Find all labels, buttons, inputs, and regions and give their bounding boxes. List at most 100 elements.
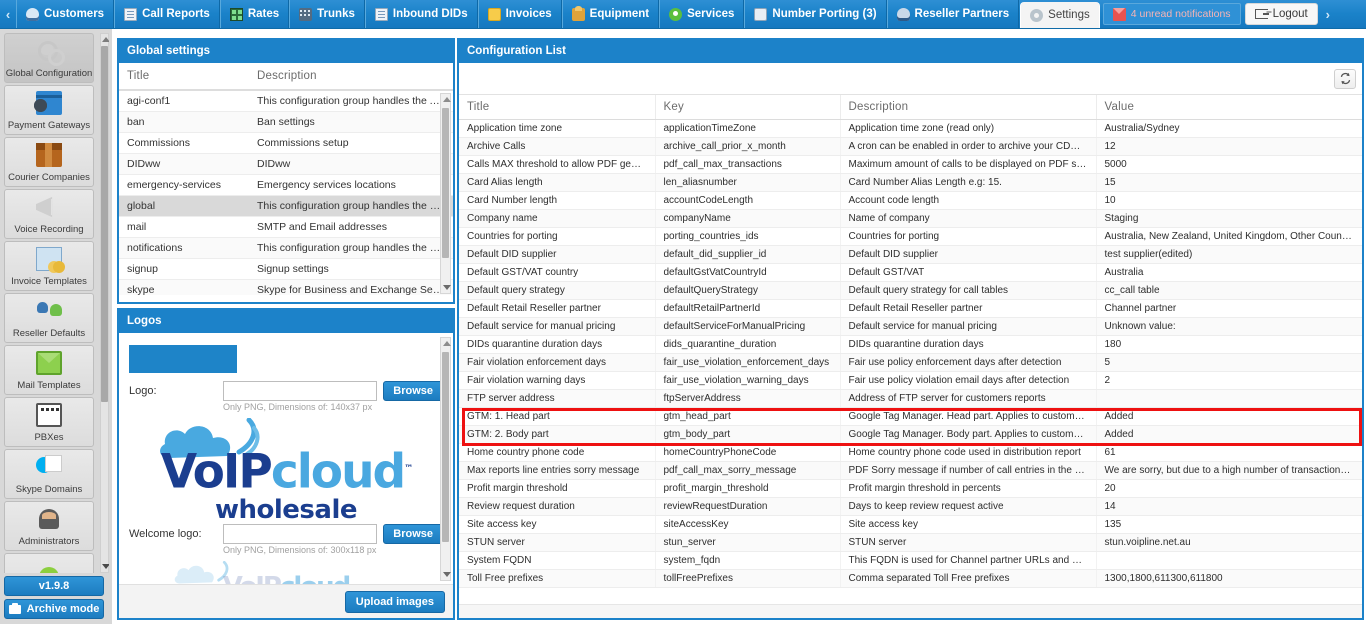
nav-item-call-reports[interactable]: Call Reports (114, 0, 220, 28)
nav-item-settings[interactable]: Settings (1020, 2, 1100, 28)
sidebar-item-skype-domains[interactable]: Skype Domains (4, 449, 94, 499)
nav-scroll-right-arrow[interactable]: › (1320, 0, 1336, 28)
sidebar-item-voice-recording[interactable]: Voice Recording (4, 189, 94, 239)
global-settings-row[interactable]: agi-conf1 This configuration group handle… (119, 91, 453, 112)
sidebar-item-sync[interactable] (4, 553, 94, 573)
global-settings-row[interactable]: Commissions Commissions setup (119, 132, 453, 154)
global-settings-row[interactable]: global This configuration group handles t… (119, 195, 453, 217)
table-row[interactable]: Default service for manual pricing defaul… (459, 317, 1362, 336)
configuration-cell-title: DIDs quarantine duration days (459, 335, 656, 354)
sidebar-scroll-down-arrow[interactable] (102, 564, 109, 569)
nav-item-equipment[interactable]: Equipment (561, 0, 660, 28)
nav-item-label: Inbound DIDs (392, 8, 468, 20)
nav-item-number-porting-3[interactable]: Number Porting (3) (744, 0, 887, 28)
configuration-cell-key: pdf_call_max_sorry_message (655, 461, 841, 480)
table-row[interactable]: Fair violation enforcement days fair_use_… (459, 353, 1362, 372)
nav-item-inbound-dids[interactable]: Inbound DIDs (364, 0, 478, 28)
nav-scroll-left-arrow[interactable]: ‹ (0, 0, 16, 28)
global-settings-row[interactable]: ban Ban settings (119, 111, 453, 133)
logos-scroll-thumb[interactable] (442, 352, 449, 542)
global-settings-column-header[interactable]: Title (119, 63, 249, 90)
sidebar-item-pbxes[interactable]: PBXes (4, 397, 94, 447)
configuration-cell-value: 5000 (1096, 155, 1362, 174)
table-row[interactable]: Home country phone code homeCountryPhoneC… (459, 443, 1362, 462)
configuration-column-header[interactable]: Description (840, 95, 1097, 120)
global-settings-scroll-up-arrow[interactable] (443, 97, 451, 102)
table-row[interactable]: Default Retail Reseller partner defaultRe… (459, 299, 1362, 318)
table-row[interactable]: Calls MAX threshold to allow PDF generat… (459, 155, 1362, 174)
notifications-badge[interactable]: 4 unread notifications (1102, 3, 1241, 25)
global-settings-scrollbar[interactable] (440, 93, 451, 294)
table-row[interactable]: Review request duration reviewRequestDura… (459, 497, 1362, 516)
table-row[interactable]: Profit margin threshold profit_margin_thr… (459, 479, 1362, 498)
table-row[interactable]: Archive Calls archive_call_prior_x_month A… (459, 137, 1362, 156)
logos-scroll-up-arrow[interactable] (443, 341, 451, 346)
table-row[interactable]: GTM: 1. Head part gtm_head_part Google Tag… (459, 407, 1362, 426)
sidebar-item-courier-companies[interactable]: Courier Companies (4, 137, 94, 187)
table-row[interactable]: Application time zone applicationTimeZone… (459, 119, 1362, 138)
refresh-icon[interactable] (1334, 68, 1356, 89)
global-settings-row[interactable]: mail SMTP and Email addresses (119, 216, 453, 238)
nav-item-trunks[interactable]: Trunks (289, 0, 365, 28)
table-row[interactable]: DIDs quarantine duration days dids_quaran… (459, 335, 1362, 354)
nav-item-label: Trunks (317, 8, 355, 20)
configuration-column-header[interactable]: Title (459, 95, 656, 120)
table-row[interactable]: System FQDN system_fqdn This FQDN is used … (459, 551, 1362, 570)
global-settings-cell-title: notifications (119, 237, 249, 259)
logo-browse-button[interactable]: Browse (383, 381, 443, 401)
global-settings-scroll-down-arrow[interactable] (443, 285, 451, 290)
table-row[interactable]: Site access key siteAccessKey Site access … (459, 515, 1362, 534)
global-settings-row[interactable]: DIDww DIDww (119, 153, 453, 175)
nav-item-services[interactable]: Services (659, 0, 745, 28)
sidebar-item-invoice-templates[interactable]: Invoice Templates (4, 241, 94, 291)
configuration-cell-value: Australia, New Zealand, United Kingdom, … (1096, 227, 1362, 246)
nav-item-invoices[interactable]: Invoices (477, 0, 562, 28)
global-settings-row[interactable]: skype Skype for Business and Exchange Set… (119, 279, 453, 295)
table-row[interactable]: Fair violation warning days fair_use_viol… (459, 371, 1362, 390)
global-settings-row[interactable]: notifications This configuration group ha… (119, 237, 453, 259)
table-row[interactable]: Max reports line entries sorry message pd… (459, 461, 1362, 480)
global-settings-row[interactable]: signup Signup settings (119, 258, 453, 280)
table-row[interactable]: FTP server address ftpServerAddress Addres… (459, 389, 1362, 408)
sidebar-scrollbar[interactable] (100, 33, 109, 573)
table-row[interactable]: Default GST/VAT country defaultGstVatCoun… (459, 263, 1362, 282)
table-row[interactable]: GTM: 2. Body part gtm_body_part Google Tag… (459, 425, 1362, 444)
sidebar-item-global-configuration[interactable]: Global Configuration (4, 33, 94, 83)
table-row[interactable]: Card Alias length len_aliasnumber Card Num… (459, 173, 1362, 192)
sidebar-item-payment-gateways[interactable]: Payment Gateways (4, 85, 94, 135)
logout-button[interactable]: Logout (1244, 3, 1318, 25)
global-settings-scroll-thumb[interactable] (442, 108, 449, 258)
sidebar-item-administrators[interactable]: Administrators (4, 501, 94, 551)
sidebar-item-label: Payment Gateways (7, 120, 91, 131)
configuration-cell-key: defaultGstVatCountryId (655, 263, 841, 282)
upload-images-button[interactable]: Upload images (344, 590, 445, 613)
sidebar-item-reseller-defaults[interactable]: Reseller Defaults (4, 293, 94, 343)
nav-item-customers[interactable]: Customers (16, 0, 115, 28)
version-button[interactable]: v1.9.8 (4, 576, 104, 596)
global-settings-row[interactable]: emergency-services Emergency services loc… (119, 174, 453, 196)
table-row[interactable]: Countries for porting porting_countries_i… (459, 227, 1362, 246)
sidebar-scroll-thumb[interactable] (101, 46, 108, 402)
global-settings-table[interactable]: agi-conf1 This configuration group handle… (119, 91, 453, 295)
nav-item-reseller-partners[interactable]: Reseller Partners (886, 0, 1020, 28)
welcome-logo-file-input[interactable] (223, 524, 378, 544)
table-row[interactable]: Toll Free prefixes tollFreePrefixes Comma … (459, 569, 1362, 588)
configuration-table[interactable]: Title Key Description Value Application tim… (459, 95, 1362, 588)
nav-item-rates[interactable]: Rates (219, 0, 290, 28)
logos-scroll-down-arrow[interactable] (443, 572, 451, 577)
logos-scrollbar[interactable] (440, 337, 451, 581)
global-settings-column-header[interactable]: Description (249, 63, 453, 90)
global-settings-cell-description: Emergency services locations (249, 174, 453, 196)
sidebar-scroll-up-arrow[interactable] (102, 37, 109, 42)
table-row[interactable]: Default DID supplier default_did_supplier… (459, 245, 1362, 264)
logo-file-input[interactable] (223, 381, 378, 401)
table-row[interactable]: Company name companyName Name of company St… (459, 209, 1362, 228)
table-row[interactable]: Card Number length accountCodeLength Accou… (459, 191, 1362, 210)
configuration-column-header[interactable]: Value (1096, 95, 1362, 120)
table-row[interactable]: STUN server stun_server STUN server stun.vo… (459, 533, 1362, 552)
configuration-column-header[interactable]: Key (655, 95, 841, 120)
welcome-logo-browse-button[interactable]: Browse (383, 524, 443, 544)
archive-mode-button[interactable]: Archive mode (4, 599, 104, 619)
sidebar-item-mail-templates[interactable]: Mail Templates (4, 345, 94, 395)
table-row[interactable]: Default query strategy defaultQueryStrate… (459, 281, 1362, 300)
